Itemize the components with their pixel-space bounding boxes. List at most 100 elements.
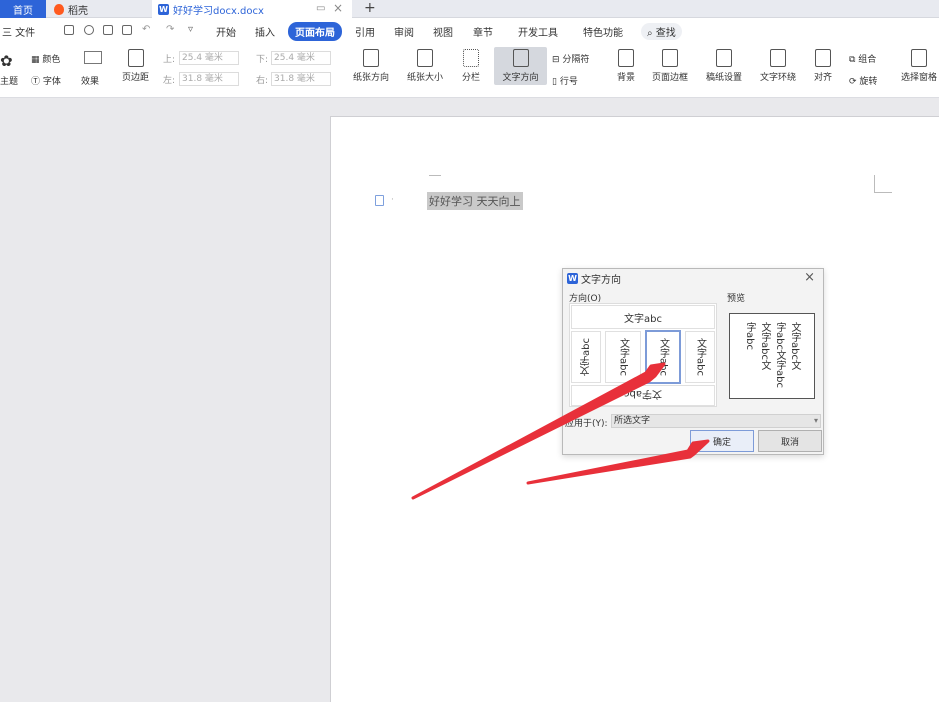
print-icon[interactable] bbox=[103, 25, 113, 35]
align-button[interactable]: 对齐 bbox=[814, 49, 832, 83]
theme-icon[interactable]: ✿ bbox=[0, 52, 13, 70]
undo-icon[interactable]: ↶ bbox=[142, 24, 150, 35]
undo-history-icon[interactable] bbox=[84, 25, 94, 35]
file-menu[interactable]: 三 文件 bbox=[2, 24, 35, 39]
left-margin-field[interactable]: 31.8 毫米 bbox=[179, 72, 239, 86]
option-upside-down-text: 文字abc bbox=[624, 388, 662, 399]
menu-chapter[interactable]: 章节 bbox=[473, 24, 493, 39]
paragraph-icon bbox=[375, 195, 384, 206]
line-number-button[interactable]: ▯ 行号 bbox=[552, 74, 578, 87]
close-tab-icon[interactable]: × bbox=[333, 1, 343, 15]
columns-button[interactable]: 分栏 bbox=[462, 49, 480, 83]
page-corner-mark bbox=[429, 175, 441, 176]
page-border-button[interactable]: 页面边框 bbox=[652, 49, 688, 83]
select-pane-icon bbox=[911, 49, 927, 67]
page-border-icon bbox=[662, 49, 678, 67]
font-button[interactable]: Ⓣ 字体 bbox=[31, 74, 61, 87]
menu-developer[interactable]: 开发工具 bbox=[518, 24, 558, 39]
select-pane-label: 选择窗格 bbox=[901, 73, 938, 83]
menu-page-layout[interactable]: 页面布局 bbox=[288, 22, 342, 41]
text-direction-icon bbox=[512, 49, 529, 67]
effect-icon[interactable] bbox=[84, 51, 102, 64]
pin-icon[interactable]: ▭ bbox=[316, 3, 325, 14]
ok-button[interactable]: 确定 bbox=[690, 430, 754, 452]
rotate-button[interactable]: ⟳ 旋转 bbox=[849, 74, 877, 87]
grid-paper-button[interactable]: 稿纸设置 bbox=[706, 49, 742, 83]
effect-button[interactable]: 效果 bbox=[81, 74, 99, 87]
right-margin-field[interactable]: 31.8 毫米 bbox=[271, 72, 331, 86]
save-icon[interactable] bbox=[64, 25, 74, 35]
bottom-margin-label: 下: bbox=[256, 55, 269, 65]
page-corner-mark-right bbox=[874, 175, 892, 193]
cancel-button[interactable]: 取消 bbox=[758, 430, 822, 452]
menu-review[interactable]: 审阅 bbox=[394, 24, 414, 39]
select-pane-button[interactable]: 选择窗格 bbox=[901, 49, 937, 83]
tab-daoke[interactable]: 稻壳 bbox=[48, 0, 150, 18]
background-button[interactable]: 背景 bbox=[617, 49, 635, 83]
separator-button[interactable]: ⊟ 分隔符 bbox=[552, 52, 589, 65]
preview-line-3: 文字abc文 bbox=[759, 322, 770, 370]
menu-view[interactable]: 视图 bbox=[433, 24, 453, 39]
option-vertical-up-text: 文字abc bbox=[580, 338, 592, 376]
direction-option-rotated[interactable]: 文字abc bbox=[685, 331, 715, 383]
option-vertical-down-text: 文字abc bbox=[657, 338, 669, 376]
direction-option-vertical-stacked[interactable]: 文字abc bbox=[605, 331, 641, 383]
paper-size-label: 纸张大小 bbox=[407, 73, 444, 83]
tab-daoke-label: 稻壳 bbox=[68, 5, 88, 17]
font-label: 字体 bbox=[42, 77, 61, 87]
apply-to-select[interactable]: 所选文字 ▾ bbox=[611, 414, 821, 428]
print-preview-icon[interactable] bbox=[122, 25, 132, 35]
rotate-label: 旋转 bbox=[859, 77, 878, 87]
margins-button[interactable]: 页边距 bbox=[122, 49, 149, 83]
preview-line-2: 字abc文字abc bbox=[774, 322, 785, 388]
tab-home[interactable]: 首页 bbox=[0, 0, 46, 18]
orientation-icon bbox=[363, 49, 379, 67]
selected-document-text[interactable]: 好好学习 天天向上 bbox=[427, 192, 523, 210]
bottom-margin-field[interactable]: 25.4 毫米 bbox=[271, 51, 331, 65]
tab-document-label: 好好学习docx.docx bbox=[173, 5, 264, 17]
redo-icon[interactable]: ↷ bbox=[166, 24, 174, 35]
direction-option-upside-down[interactable]: 文字abc bbox=[571, 385, 715, 406]
menu-insert[interactable]: 插入 bbox=[255, 24, 275, 39]
new-tab-button[interactable]: + bbox=[364, 0, 376, 16]
paragraph-marker: · bbox=[391, 195, 394, 205]
menu-start[interactable]: 开始 bbox=[216, 24, 236, 39]
word-doc-icon: W bbox=[158, 3, 169, 15]
tab-home-label: 首页 bbox=[13, 5, 33, 17]
preview-box: 文字abc文 字abc文字abc 文字abc文 字abc bbox=[729, 313, 815, 399]
top-margin-field[interactable]: 25.4 毫米 bbox=[179, 51, 239, 65]
background-label: 背景 bbox=[617, 73, 636, 83]
daoke-flame-icon bbox=[54, 3, 64, 15]
group-label: 组合 bbox=[858, 55, 877, 65]
dialog-title: 文字方向 bbox=[581, 275, 621, 286]
direction-option-vertical-up[interactable]: 文字abc bbox=[571, 331, 601, 383]
dialog-close-button[interactable]: × bbox=[804, 270, 815, 285]
menu-features[interactable]: 特色功能 bbox=[583, 24, 623, 39]
columns-icon bbox=[463, 49, 479, 67]
tab-bar: 首页 稻壳 W 好好学习docx.docx ▭ × + bbox=[0, 0, 939, 18]
direction-option-vertical-down-selected[interactable]: 文字abc bbox=[645, 330, 681, 384]
theme-button[interactable]: 主题 bbox=[0, 74, 18, 87]
menu-references[interactable]: 引用 bbox=[355, 24, 375, 39]
apply-to-value: 所选文字 bbox=[614, 416, 651, 426]
text-direction-dialog: W 文字方向 × 方向(O) 预览 文字abc 文字abc 文字abc 文字ab… bbox=[562, 268, 824, 455]
text-wrap-label: 文字环绕 bbox=[760, 73, 797, 83]
search-box[interactable]: ⌕ 查找 bbox=[641, 23, 682, 40]
align-icon bbox=[815, 49, 831, 67]
group-button[interactable]: ⧉ 组合 bbox=[849, 52, 876, 65]
color-button[interactable]: ▦ 颜色 bbox=[31, 52, 60, 65]
paper-size-button[interactable]: 纸张大小 bbox=[407, 49, 443, 83]
grid-paper-label: 稿纸设置 bbox=[706, 73, 743, 83]
grid-paper-icon bbox=[716, 49, 732, 67]
apply-to-label: 应用于(Y): bbox=[565, 419, 608, 429]
direction-option-horizontal[interactable]: 文字abc bbox=[571, 305, 715, 329]
chevron-down-icon: ▾ bbox=[813, 416, 818, 425]
search-label: 查找 bbox=[655, 28, 676, 39]
customize-icon[interactable]: ▿ bbox=[188, 24, 193, 35]
orientation-button[interactable]: 纸张方向 bbox=[353, 49, 389, 83]
text-wrap-button[interactable]: 文字环绕 bbox=[760, 49, 796, 83]
paper-size-icon bbox=[417, 49, 433, 67]
top-margin-label: 上: bbox=[163, 55, 176, 65]
preview-line-4: 字abc bbox=[744, 322, 755, 350]
text-direction-button[interactable]: 文字方向 bbox=[494, 47, 547, 85]
